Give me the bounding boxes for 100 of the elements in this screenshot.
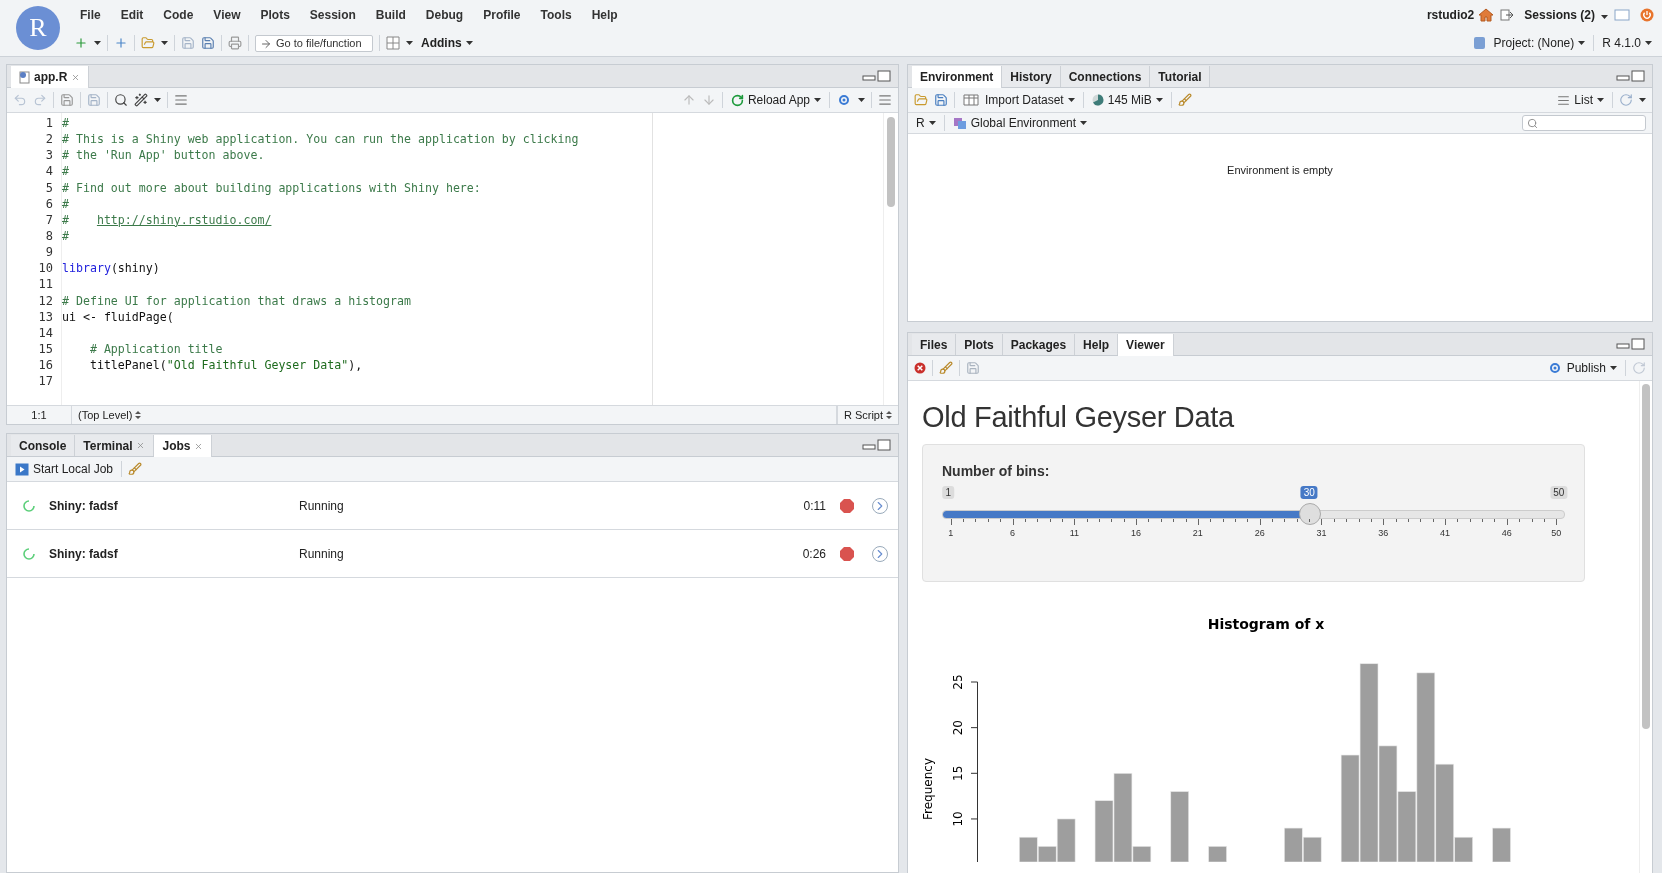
- search-icon: [1527, 117, 1538, 129]
- slider-handle[interactable]: [1299, 503, 1322, 525]
- job-elapsed: 0:11: [803, 498, 826, 513]
- tab[interactable]: Connections: [1060, 66, 1151, 87]
- list-view-menu[interactable]: List: [1555, 93, 1606, 107]
- project-menu[interactable]: Project: (None): [1491, 36, 1588, 50]
- pane-resize-icon[interactable]: [862, 439, 892, 451]
- up-icon[interactable]: [681, 93, 696, 107]
- stop-icon[interactable]: [840, 498, 854, 513]
- chart-title: Histogram of x: [1207, 616, 1325, 632]
- menu-item[interactable]: Help: [581, 8, 628, 22]
- pane-resize-icon[interactable]: [862, 70, 892, 82]
- window-icon[interactable]: [1614, 9, 1630, 21]
- memory-usage-button[interactable]: 145 MiB: [1089, 93, 1165, 107]
- caret-icon: [161, 41, 168, 45]
- menu-item[interactable]: Tools: [530, 8, 582, 22]
- menu-item[interactable]: View: [203, 8, 251, 22]
- close-icon[interactable]: [194, 441, 204, 451]
- sessions-menu[interactable]: Sessions (2): [1524, 8, 1595, 22]
- magic-wand-icon[interactable]: [134, 93, 148, 107]
- code-line: #: [62, 195, 70, 212]
- publish-button[interactable]: Publish: [1544, 361, 1619, 375]
- menu-item[interactable]: Debug: [415, 8, 474, 22]
- tab[interactable]: History: [1002, 66, 1061, 87]
- pane-resize-icon[interactable]: [1616, 70, 1646, 82]
- scope-menu[interactable]: (Top Level): [72, 406, 837, 424]
- down-icon[interactable]: [701, 93, 716, 107]
- r-version-menu[interactable]: R 4.1.0: [1600, 36, 1654, 50]
- menu-item[interactable]: Profile: [473, 8, 531, 22]
- broom-icon[interactable]: [1177, 93, 1192, 107]
- scrollbar[interactable]: [887, 117, 895, 207]
- tab[interactable]: Environment: [912, 66, 1003, 88]
- tab[interactable]: Viewer: [1118, 334, 1174, 356]
- new-file-icon[interactable]: [74, 36, 88, 50]
- open-folder-icon[interactable]: [141, 36, 155, 50]
- scrollbar[interactable]: [1642, 384, 1650, 729]
- sign-out-icon[interactable]: [1500, 8, 1515, 22]
- tab[interactable]: Packages: [1002, 334, 1076, 355]
- close-icon[interactable]: [71, 72, 81, 82]
- align-icon[interactable]: [878, 93, 892, 107]
- slider-tick-label: 11: [1069, 528, 1079, 538]
- forward-icon[interactable]: [33, 93, 47, 107]
- save-icon[interactable]: [934, 93, 948, 107]
- y-axis-label: Frequency: [921, 758, 935, 820]
- project-icon: [1472, 36, 1486, 50]
- tab[interactable]: Console: [11, 435, 76, 456]
- home-icon[interactable]: [1478, 8, 1495, 22]
- menu-item[interactable]: Edit: [110, 8, 154, 22]
- caret-icon: [1155, 98, 1163, 102]
- tab[interactable]: Tutorial: [1150, 66, 1211, 87]
- file-type-menu[interactable]: R Script: [836, 406, 898, 424]
- close-icon[interactable]: [914, 362, 926, 374]
- language-menu[interactable]: R: [914, 116, 938, 130]
- line-number: 7: [45, 211, 53, 228]
- publish-icon[interactable]: [836, 94, 852, 106]
- pane-resize-icon[interactable]: [1616, 338, 1646, 350]
- tab[interactable]: Terminal: [75, 435, 155, 456]
- open-folder-icon[interactable]: [914, 93, 928, 107]
- tab[interactable]: Jobs: [154, 435, 213, 457]
- reload-app-button[interactable]: Reload App: [728, 93, 823, 107]
- r-file-icon: [19, 70, 30, 84]
- tab[interactable]: Help: [1075, 334, 1119, 355]
- save-icon[interactable]: [181, 36, 195, 50]
- slider-tick-label: 36: [1378, 528, 1389, 538]
- back-icon[interactable]: [13, 93, 27, 107]
- print-icon[interactable]: [228, 36, 242, 50]
- stop-icon[interactable]: [840, 546, 854, 561]
- broom-icon[interactable]: [939, 361, 953, 375]
- addins-menu[interactable]: Addins: [419, 36, 475, 50]
- save-all-icon[interactable]: [201, 36, 215, 50]
- import-dataset-button[interactable]: Import Dataset: [961, 93, 1077, 107]
- tab[interactable]: Files: [912, 334, 957, 355]
- search-icon[interactable]: [114, 93, 128, 107]
- empty-message: Environment is empty: [1226, 164, 1334, 176]
- refresh-icon[interactable]: [1619, 93, 1633, 107]
- tab[interactable]: Plots: [956, 334, 1003, 355]
- power-icon[interactable]: [1640, 8, 1654, 22]
- outline-icon[interactable]: [174, 93, 188, 107]
- menu-item[interactable]: Build: [365, 8, 416, 22]
- menu-item[interactable]: File: [70, 8, 111, 22]
- job-status: Running: [299, 546, 345, 561]
- start-job-button[interactable]: Start Local Job: [13, 462, 116, 476]
- job-name: Shiny: fadsf: [49, 498, 119, 513]
- refresh-icon[interactable]: [1632, 361, 1646, 375]
- environment-menu[interactable]: Global Environment: [950, 116, 1090, 130]
- play-icon: [15, 462, 29, 476]
- broom-icon[interactable]: [128, 462, 143, 476]
- grid-icon[interactable]: [386, 36, 400, 50]
- save-icon[interactable]: [87, 93, 101, 107]
- menu-item[interactable]: Code: [153, 8, 204, 22]
- line-number: 13: [38, 308, 53, 325]
- tab[interactable]: app.R: [11, 66, 90, 88]
- new-project-icon[interactable]: [114, 36, 128, 50]
- line-number: 14: [38, 324, 53, 341]
- go-to-file-field[interactable]: Go to file/function: [255, 34, 373, 52]
- menu-item[interactable]: Plots: [250, 8, 300, 22]
- caret-icon: [814, 98, 821, 102]
- menu-item[interactable]: Session: [299, 8, 366, 22]
- search-field[interactable]: [1522, 115, 1646, 131]
- link[interactable]: http://shiny.rstudio.com/: [96, 212, 272, 227]
